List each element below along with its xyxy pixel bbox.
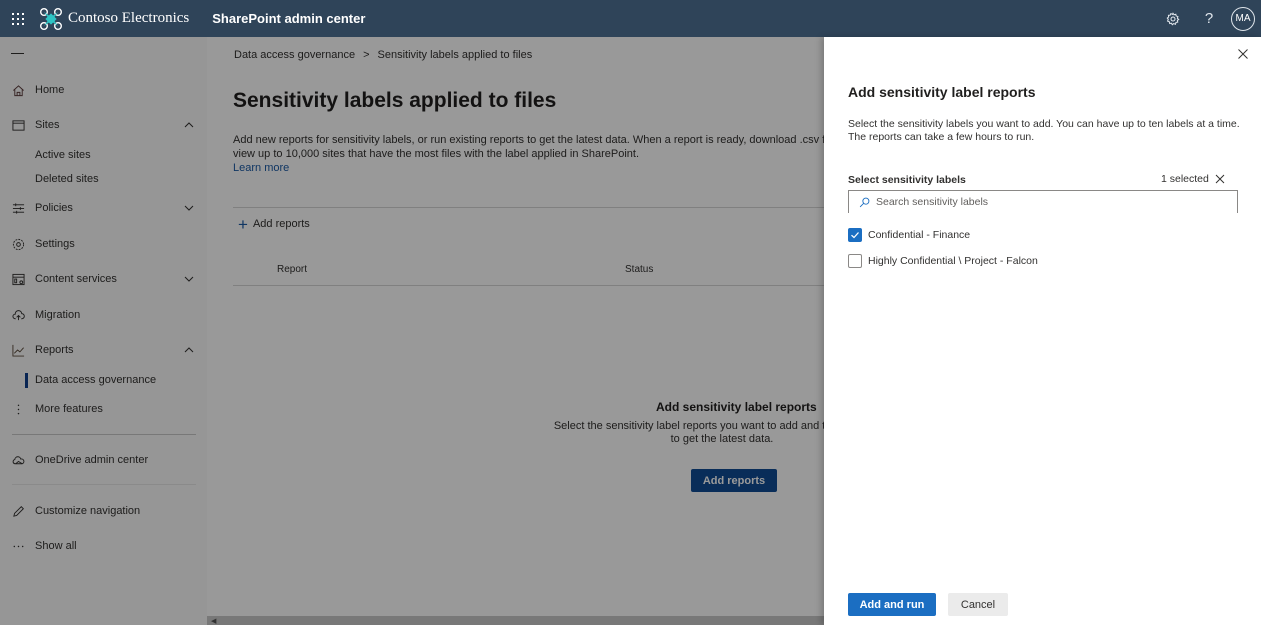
add-and-run-button[interactable]: Add and run (848, 593, 936, 616)
help-button[interactable]: ? (1191, 0, 1227, 37)
search-input[interactable] (876, 196, 1216, 208)
checkbox-checked[interactable] (848, 228, 862, 242)
contoso-logo[interactable]: Contoso Electronics (39, 7, 189, 31)
search-icon (859, 197, 870, 207)
panel-description: Select the sensitivity labels you want t… (848, 118, 1240, 143)
search-box[interactable] (848, 190, 1238, 213)
help-question-icon: ? (1204, 10, 1214, 27)
checkbox-unchecked[interactable] (848, 254, 862, 268)
label-option-confidential-finance[interactable]: Confidential - Finance (848, 228, 970, 242)
checkmark-icon (851, 232, 859, 239)
waffle-icon (12, 12, 24, 25)
select-labels-heading: Select sensitivity labels (848, 174, 966, 186)
app-launcher-button[interactable] (0, 0, 36, 37)
label-option-highly-confidential-project-falcon[interactable]: Highly Confidential \ Project - Falcon (848, 254, 1038, 268)
add-sensitivity-label-reports-panel: Add sensitivity label reports Select the… (824, 37, 1261, 625)
settings-gear-icon (1166, 11, 1180, 25)
cancel-button[interactable]: Cancel (948, 593, 1008, 616)
avatar[interactable]: MA (1231, 6, 1255, 31)
selected-count: 1 selected (1161, 173, 1225, 185)
app-name[interactable]: SharePoint admin center (212, 11, 365, 26)
contoso-logo-icon (40, 7, 62, 30)
close-icon[interactable] (1237, 48, 1249, 60)
panel-title: Add sensitivity label reports (848, 84, 1036, 100)
brand-name: Contoso Electronics (68, 10, 190, 26)
clear-selection-icon[interactable] (1215, 174, 1225, 184)
modal-overlay[interactable] (0, 37, 824, 625)
top-bar: Contoso Electronics SharePoint admin cen… (0, 0, 1261, 37)
settings-button[interactable] (1155, 0, 1191, 37)
